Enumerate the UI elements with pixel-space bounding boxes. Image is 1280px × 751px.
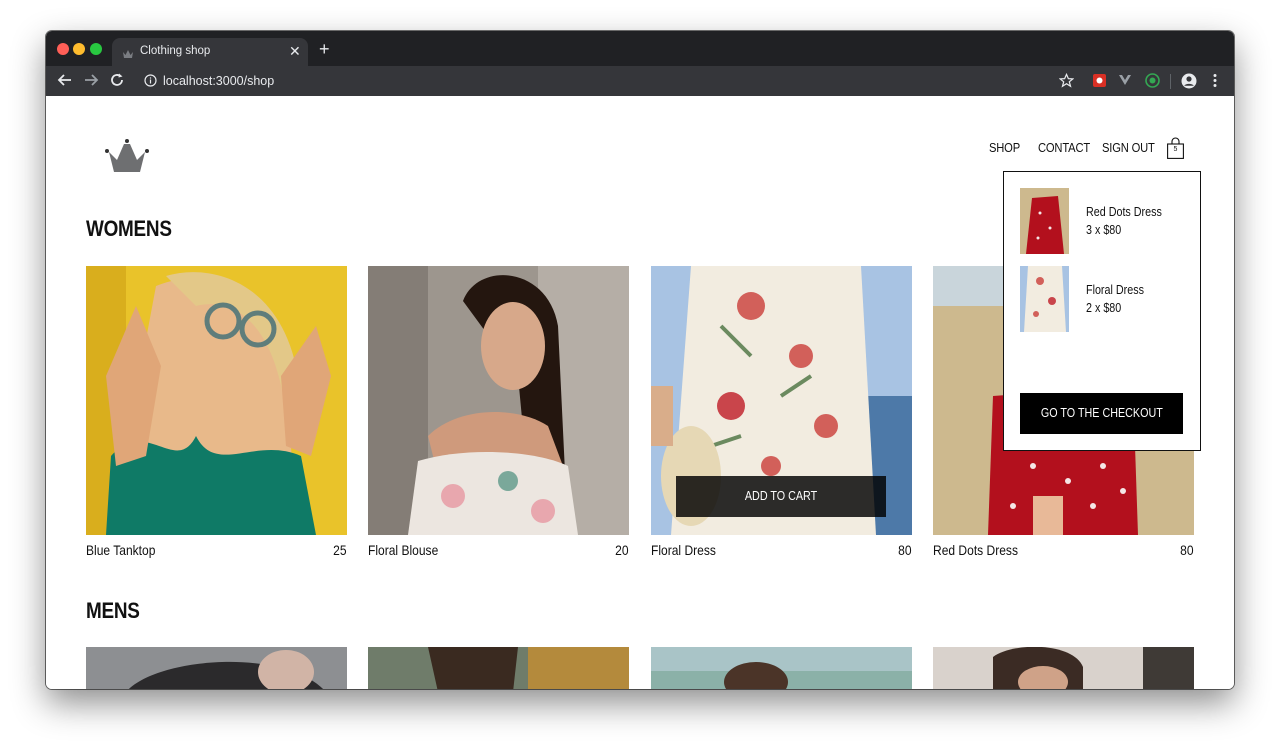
checkout-label: GO TO THE CHECKOUT	[1040, 406, 1163, 420]
product-name: Blue Tanktop	[86, 542, 156, 558]
product-card[interactable]	[651, 647, 912, 689]
browser-tab[interactable]: Clothing shop ✕	[112, 38, 308, 66]
product-card[interactable]: ADD TO CART Floral Dress 80	[651, 266, 912, 561]
minimize-window-button[interactable]	[73, 43, 85, 55]
add-to-cart-label: ADD TO CART	[744, 489, 818, 503]
browser-menu-icon[interactable]	[1212, 73, 1218, 93]
nav-contact-link[interactable]: CONTACT	[1038, 140, 1090, 155]
nav-sign-out-link[interactable]: SIGN OUT	[1102, 140, 1155, 155]
toolbar-divider	[1170, 74, 1171, 89]
tab-title: Clothing shop	[140, 45, 211, 57]
product-price: 80	[898, 542, 912, 558]
profile-avatar-icon[interactable]	[1181, 73, 1197, 94]
product-card[interactable]	[86, 647, 347, 689]
page-viewport: SHOP CONTACT SIGN OUT 5 WOMENS Blue Tank…	[46, 96, 1234, 689]
extension-red-icon[interactable]	[1092, 73, 1107, 93]
cart-count: 5	[1173, 146, 1178, 153]
product-image	[651, 647, 912, 689]
product-card[interactable]: Floral Blouse 20	[368, 266, 629, 561]
product-image	[933, 647, 1194, 689]
product-card[interactable]	[933, 647, 1194, 689]
site-info-icon[interactable]	[144, 74, 157, 92]
forward-arrow-icon[interactable]	[83, 72, 99, 93]
browser-titlebar: Clothing shop ✕ +	[46, 31, 1234, 66]
product-name: Floral Dress	[651, 542, 716, 558]
close-window-button[interactable]	[57, 43, 69, 55]
product-price: 80	[1180, 542, 1194, 558]
browser-window: Clothing shop ✕ + localhost:3000/shop SH…	[46, 31, 1234, 689]
add-to-cart-button[interactable]: ADD TO CART	[676, 476, 886, 517]
product-name: Red Dots Dress	[933, 542, 1018, 558]
extension-v-icon[interactable]	[1118, 73, 1132, 92]
cart-item-name: Floral Dress	[1086, 283, 1144, 297]
shopping-bag-icon[interactable]: 5	[1167, 137, 1184, 164]
product-price: 25	[333, 542, 347, 558]
browser-toolbar: localhost:3000/shop	[46, 66, 1234, 96]
cart-item-image	[1020, 266, 1069, 332]
cart-item-image	[1020, 188, 1069, 254]
cart-dropdown: Red Dots Dress 3 x $80 Floral Dress 2 x …	[1003, 171, 1201, 451]
crown-favicon-icon	[122, 46, 134, 64]
nav-shop-link[interactable]: SHOP	[989, 140, 1020, 155]
product-card[interactable]: Blue Tanktop 25	[86, 266, 347, 561]
product-image	[86, 647, 347, 689]
crown-icon[interactable]	[104, 138, 150, 179]
tab-close-icon[interactable]: ✕	[289, 43, 301, 60]
bookmark-star-icon[interactable]	[1058, 72, 1075, 93]
product-image	[368, 266, 629, 535]
mens-section-title[interactable]: MENS	[86, 598, 140, 624]
product-image	[368, 647, 629, 689]
checkout-button[interactable]: GO TO THE CHECKOUT	[1020, 393, 1183, 434]
reload-icon[interactable]	[109, 72, 125, 93]
product-name: Floral Blouse	[368, 542, 439, 558]
cart-item: Red Dots Dress 3 x $80	[1020, 188, 1190, 254]
back-arrow-icon[interactable]	[57, 72, 73, 93]
new-tab-icon[interactable]: +	[319, 40, 330, 58]
product-price: 20	[615, 542, 629, 558]
cart-item: Floral Dress 2 x $80	[1020, 266, 1190, 332]
extension-green-icon[interactable]	[1145, 73, 1160, 93]
cart-item-name: Red Dots Dress	[1086, 205, 1162, 219]
product-card[interactable]	[368, 647, 629, 689]
product-image	[86, 266, 347, 535]
cart-item-quantity: 3 x $80	[1086, 223, 1122, 237]
cart-item-quantity: 2 x $80	[1086, 301, 1122, 315]
maximize-window-button[interactable]	[90, 43, 102, 55]
womens-section-title[interactable]: WOMENS	[86, 216, 172, 242]
url-text: localhost:3000/shop	[163, 74, 275, 88]
address-bar[interactable]: localhost:3000/shop	[136, 69, 1036, 93]
